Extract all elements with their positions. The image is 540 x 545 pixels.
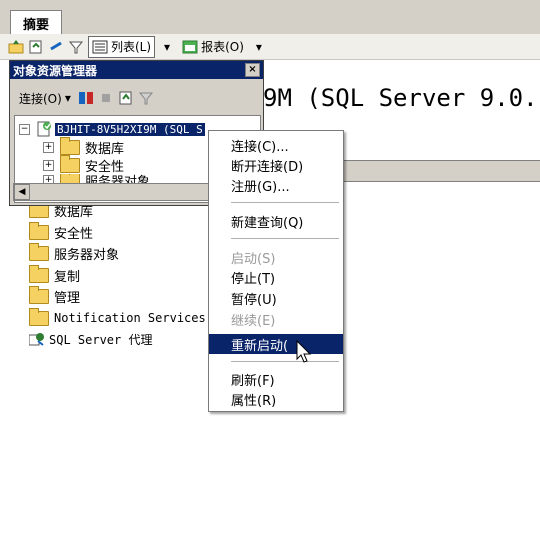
tree-node-server[interactable]: − BJHIT-8V5H2XI9M (SQL S	[19, 120, 205, 138]
filter-icon[interactable]	[138, 90, 154, 106]
list-icon	[92, 40, 108, 53]
refresh-icon[interactable]	[48, 39, 64, 55]
sql-agent-icon	[28, 332, 45, 346]
folder-icon	[29, 285, 49, 304]
chevron-down-icon[interactable]: ▾	[159, 39, 175, 55]
summary-item[interactable]: 安全性	[29, 221, 94, 242]
summary-item-label: 安全性	[54, 226, 94, 242]
server-node-label: BJHIT-8V5H2XI9M (SQL S	[55, 122, 205, 136]
tab-strip	[0, 8, 540, 34]
menu-item-start: 启动(S)	[231, 251, 276, 267]
scroll-left-icon[interactable]: ◀	[14, 184, 30, 200]
summary-item-label: 管理	[54, 290, 81, 306]
menu-item-restart[interactable]: 重新启动(	[209, 334, 343, 354]
menu-item-pause[interactable]: 暂停(U)	[231, 288, 341, 308]
up-folder-icon[interactable]	[8, 39, 24, 55]
menu-item-register[interactable]: 注册(G)...	[231, 175, 341, 195]
folder-icon	[29, 264, 49, 283]
tree-node-label: 数据库	[85, 141, 125, 157]
tree-node-security[interactable]: + 安全性	[43, 154, 125, 175]
filter-icon[interactable]	[68, 39, 84, 55]
chevron-down-icon: ▾	[64, 91, 71, 105]
summary-item[interactable]: Notification Services	[29, 307, 206, 327]
report-icon	[182, 40, 198, 53]
folder-icon	[60, 136, 80, 155]
context-menu: 连接(C)... 断开连接(D) 注册(G)... 新建查询(Q) 启动(S) …	[208, 130, 344, 412]
mouse-cursor-icon	[296, 339, 314, 364]
report-label: 报表(O)	[201, 40, 244, 54]
connect-label: 连接(O)	[19, 91, 62, 106]
refresh-icon[interactable]	[118, 90, 134, 106]
expand-icon[interactable]: +	[43, 141, 54, 153]
folder-icon	[60, 154, 80, 173]
folder-icon	[29, 221, 49, 240]
collapse-icon[interactable]: −	[19, 123, 30, 135]
summary-item-label: SQL Server 代理	[49, 332, 153, 347]
object-explorer-titlebar[interactable]: 对象资源管理器 ×	[10, 61, 263, 79]
folder-icon	[29, 307, 49, 326]
menu-item-new-query[interactable]: 新建查询(Q)	[231, 211, 341, 231]
menu-separator	[231, 202, 339, 203]
summary-item[interactable]: SQL Server 代理	[28, 330, 153, 348]
list-view-button[interactable]: 列表(L)	[88, 35, 156, 58]
menu-item-stop[interactable]: 停止(T)	[231, 267, 341, 287]
summary-server-title: 9M (SQL Server 9.0.	[263, 84, 538, 112]
summary-item-label: 复制	[54, 269, 81, 285]
close-icon[interactable]: ×	[245, 63, 260, 77]
menu-separator	[231, 361, 339, 362]
summary-item[interactable]: 复制	[29, 264, 81, 285]
connect-dropdown-button[interactable]: 连接(O) ▾	[16, 88, 74, 108]
report-button[interactable]: 报表(O)	[179, 37, 247, 57]
object-explorer-toolbar: 连接(O) ▾	[10, 83, 263, 113]
object-explorer-title: 对象资源管理器	[13, 63, 98, 78]
tree-node-label: 安全性	[85, 159, 125, 175]
menu-item-properties[interactable]: 属性(R)	[231, 389, 341, 409]
server-icon	[36, 121, 52, 137]
summary-item[interactable]: 服务器对象	[29, 242, 120, 263]
summary-list-header	[343, 160, 540, 182]
stop-icon[interactable]	[98, 90, 114, 106]
summary-toolbar: 列表(L) ▾ 报表(O) ▾	[0, 34, 540, 60]
list-view-label: 列表(L)	[111, 40, 152, 54]
menu-item-connect[interactable]: 连接(C)...	[231, 135, 341, 155]
menu-item-resume: 继续(E)	[231, 313, 276, 329]
tree-node-databases[interactable]: + 数据库	[43, 136, 125, 157]
menu-item-disconnect[interactable]: 断开连接(D)	[231, 155, 341, 175]
summary-item[interactable]: 管理	[29, 285, 81, 306]
summary-item-label: 服务器对象	[54, 247, 120, 263]
tab-summary[interactable]: 摘要	[10, 10, 62, 35]
folder-icon	[29, 242, 49, 261]
summary-item-label: Notification Services	[54, 311, 206, 325]
menu-item-refresh[interactable]: 刷新(F)	[231, 369, 341, 389]
chevron-down-icon[interactable]: ▾	[251, 39, 267, 55]
disconnect-icon[interactable]	[78, 90, 94, 106]
sync-icon[interactable]	[28, 39, 44, 55]
menu-separator	[231, 238, 339, 239]
expand-icon[interactable]: +	[43, 159, 54, 171]
